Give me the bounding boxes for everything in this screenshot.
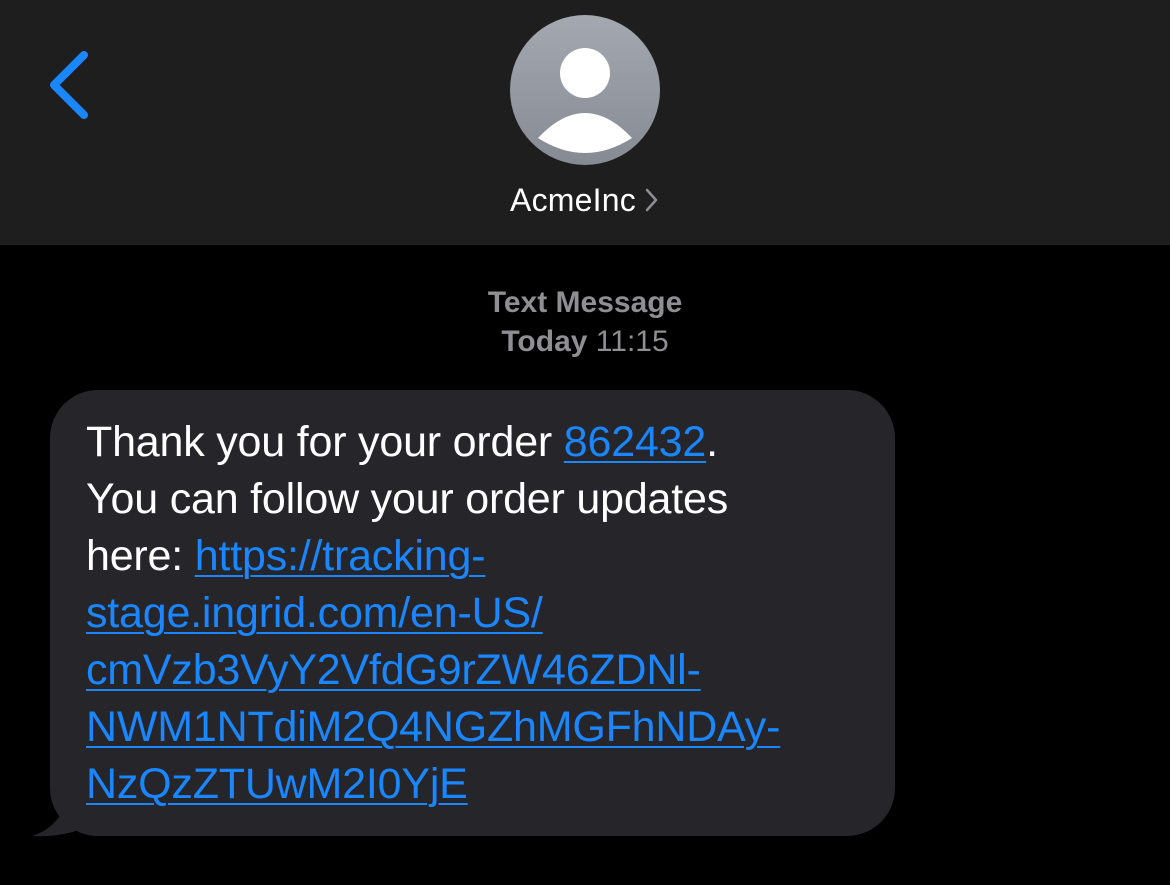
tracking-url-link[interactable]: NzQzZTUwM2I0YjE: [86, 760, 468, 808]
message-line: You can follow your order updates: [86, 475, 729, 523]
timestamp: Today 11:15: [0, 322, 1170, 361]
chevron-left-icon: [50, 51, 88, 119]
message-line: here: https://tracking-: [86, 528, 875, 585]
day-label: Today: [501, 325, 588, 358]
message-text-segment: .: [706, 418, 718, 466]
chevron-right-icon: [645, 188, 658, 212]
message-text: Thank you for your order 862432. You can…: [86, 414, 875, 813]
message-line: cmVzb3VyY2VfdG9rZW46ZDNl-: [86, 642, 875, 699]
navigation-header: AcmeInc: [0, 0, 1170, 245]
message-line: NWM1NTdiM2Q4NGZhMGFhNDAy-: [86, 699, 875, 756]
contact-name: AcmeInc: [510, 181, 636, 218]
message-line: stage.ingrid.com/en-US/: [86, 585, 875, 642]
order-number-link[interactable]: 862432: [564, 418, 706, 466]
tracking-url-link[interactable]: https://tracking-: [195, 532, 486, 580]
contact-name-button[interactable]: AcmeInc: [0, 178, 1170, 222]
message-line: Thank you for your order 862432.: [86, 414, 875, 471]
tracking-url-link[interactable]: cmVzb3VyY2VfdG9rZW46ZDNl-: [86, 646, 701, 694]
message-line: NzQzZTUwM2I0YjE: [86, 756, 875, 813]
tracking-url-link[interactable]: NWM1NTdiM2Q4NGZhMGFhNDAy-: [86, 703, 780, 751]
back-button[interactable]: [40, 45, 100, 125]
time-label: 11:15: [595, 325, 669, 358]
message-text-segment: here:: [86, 532, 195, 580]
conversation-meta: Text Message Today 11:15: [0, 283, 1170, 361]
service-label: Text Message: [487, 286, 683, 319]
tracking-url-link[interactable]: stage.ingrid.com/en-US/: [86, 589, 543, 637]
person-silhouette-icon: [538, 48, 632, 153]
message-bubble[interactable]: Thank you for your order 862432. You can…: [50, 390, 895, 836]
contact-avatar[interactable]: [510, 15, 660, 165]
message-text-segment: Thank you for your order: [86, 418, 564, 466]
